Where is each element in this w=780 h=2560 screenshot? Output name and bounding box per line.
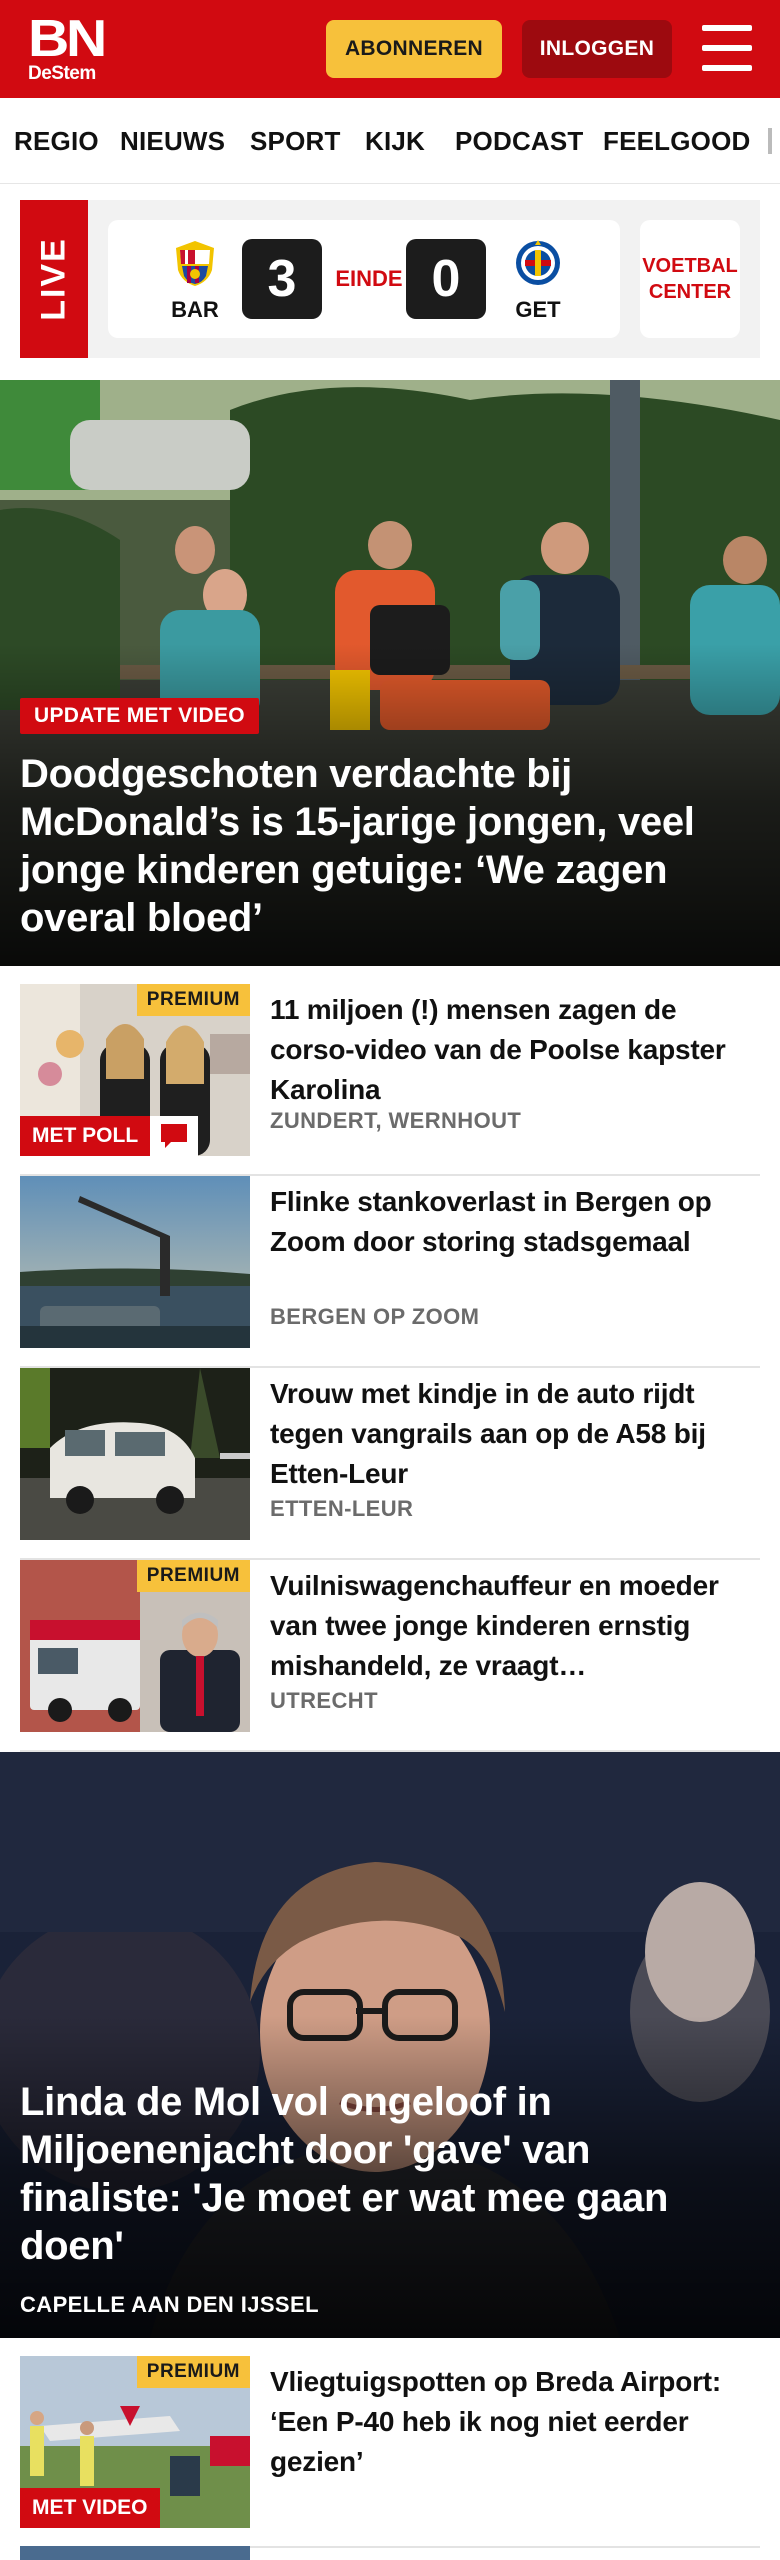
premium-badge: PREMIUM [136, 2356, 250, 2388]
section-nav: REGIO NIEUWS SPORT KIJK PODCAST FEELGOOD [0, 98, 780, 184]
feature-location: CAPELLE AAN DEN IJSSEL [20, 2292, 319, 2317]
subscribe-button[interactable]: ABONNEREN [326, 20, 502, 78]
list-item[interactable]: PREMIUM MET POLL 11 miljoen (!) mensen z… [20, 984, 760, 1176]
article-title[interactable]: Vrouw met kindje in de auto rijdt tegen … [270, 1374, 760, 1494]
home-team-abbr: BAR [171, 297, 219, 322]
nav-item-regio[interactable]: REGIO [14, 126, 99, 157]
away-team: GET [503, 238, 573, 323]
match-status: EINDE [335, 266, 403, 291]
article-thumbnail: PREMIUM MET POLL [20, 984, 250, 1156]
live-score-widget: LIVE BAR 3 EINDE 0 GET VOETBAL CENTER [20, 200, 760, 358]
article-thumbnail: PREMIUM [20, 1560, 250, 1732]
match-score-card[interactable]: BAR 3 EINDE 0 GET [108, 220, 620, 338]
video-tag: MET VIDEO [20, 2488, 160, 2528]
list-item[interactable]: Flinke stankoverlast in Bergen op Zoom d… [20, 1176, 760, 1368]
article-location: ETTEN-LEUR [270, 1496, 414, 1521]
nav-item-nieuws[interactable]: NIEUWS [120, 126, 225, 157]
hero-headline[interactable]: Doodgeschoten verdachte bij McDonald’s i… [20, 750, 740, 942]
bn-destem-logo[interactable]: BN DeStem [28, 13, 110, 86]
home-team: BAR [160, 238, 230, 323]
voetbalcenter-label-1: VOETBAL [642, 255, 738, 277]
poll-tag-label: MET POLL [20, 1116, 151, 1156]
getafe-crest-icon [516, 240, 560, 285]
feature-article[interactable]: Linda de Mol vol ongeloof in Miljoenenja… [0, 1752, 780, 2338]
home-score: 3 [242, 239, 322, 319]
comment-icon [150, 1116, 199, 1156]
thumbnail-image [20, 1176, 250, 1348]
nav-item-sport[interactable]: SPORT [250, 126, 341, 157]
logo-bn-text: BN [28, 10, 107, 68]
article-title[interactable]: 11 miljoen (!) mensen zagen de corso-vid… [270, 990, 760, 1110]
update-video-tag: UPDATE MET VIDEO [20, 698, 259, 734]
site-header: BN DeStem ABONNEREN INLOGGEN [0, 0, 780, 98]
voetbalcenter-button[interactable]: VOETBAL CENTER [640, 220, 740, 338]
nav-overflow-hint [768, 128, 772, 154]
feature-headline[interactable]: Linda de Mol vol ongeloof in Miljoenenja… [20, 2078, 750, 2270]
next-article-thumbnail-peek [20, 2546, 250, 2560]
login-button[interactable]: INLOGGEN [522, 20, 672, 78]
away-score: 0 [406, 239, 486, 319]
list-item[interactable]: Vrouw met kindje in de auto rijdt tegen … [20, 1368, 760, 1560]
article-title[interactable]: Vliegtuigspotten op Breda Airport: ‘Een … [270, 2362, 760, 2482]
live-badge-label: LIVE [34, 237, 73, 321]
nav-item-podcast[interactable]: PODCAST [455, 126, 584, 157]
article-location: UTRECHT [270, 1688, 378, 1713]
thumbnail-image [20, 1368, 250, 1540]
away-team-abbr: GET [515, 297, 561, 322]
article-location: BERGEN OP ZOOM [270, 1304, 480, 1329]
list-item[interactable]: PREMIUM Vuilniswagenchauffeur en moeder … [20, 1560, 760, 1752]
nav-item-feelgood[interactable]: FEELGOOD [603, 126, 751, 157]
live-badge: LIVE [20, 200, 88, 358]
premium-badge: PREMIUM [136, 1560, 250, 1592]
article-thumbnail: PREMIUM MET VIDEO [20, 2356, 250, 2528]
article-location: ZUNDERT, WERNHOUT [270, 1108, 522, 1133]
article-thumbnail [20, 1368, 250, 1540]
list-item[interactable]: PREMIUM MET VIDEO Vliegtuigspotten op Br… [20, 2356, 760, 2548]
poll-tag: MET POLL [20, 1116, 199, 1156]
article-thumbnail [20, 1176, 250, 1348]
article-title[interactable]: Flinke stankoverlast in Bergen op Zoom d… [270, 1182, 760, 1262]
article-title[interactable]: Vuilniswagenchauffeur en moeder van twee… [270, 1566, 760, 1686]
menu-icon[interactable] [702, 25, 752, 71]
nav-item-kijk[interactable]: KIJK [365, 126, 425, 157]
hero-article[interactable]: UPDATE MET VIDEO Doodgeschoten verdachte… [0, 380, 780, 966]
barcelona-crest-icon [176, 241, 214, 286]
voetbalcenter-label-2: CENTER [648, 281, 732, 303]
premium-badge: PREMIUM [136, 984, 250, 1016]
